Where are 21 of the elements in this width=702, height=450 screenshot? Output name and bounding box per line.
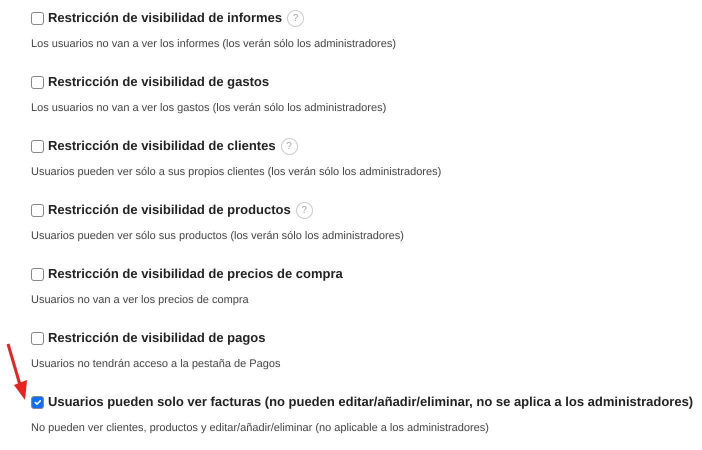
setting-description: Usuarios no tendrán acceso a la pestaña de Pagos (31, 358, 280, 371)
checkbox[interactable] (31, 12, 44, 24)
checkbox[interactable] (31, 332, 44, 344)
setting-description: No pueden ver clientes, productos y editar/añadir/eliminar (no aplicable a los administradores) (31, 422, 489, 435)
setting-description: Los usuarios no van a ver los gastos (los verán sólo los administradores) (31, 102, 386, 115)
setting-description: Usuarios no van a ver los precios de compra (31, 294, 249, 307)
checkbox[interactable] (31, 140, 44, 152)
setting-label[interactable]: Restricción de visibilidad de informes (48, 9, 282, 27)
checkbox[interactable] (31, 396, 44, 408)
setting-label[interactable]: Restricción de visibilidad de productos (48, 201, 291, 219)
setting-label[interactable]: Usuarios pueden solo ver facturas (no pueden editar/añadir/eliminar, no se aplica a los administradores) (48, 393, 694, 411)
setting-label[interactable]: Restricción de visibilidad de clientes (48, 137, 276, 155)
checkbox[interactable] (31, 76, 44, 88)
setting-description: Usuarios pueden ver sólo sus productos (los verán sólo los administradores) (31, 230, 404, 243)
setting-label[interactable]: Restricción de visibilidad de pagos (48, 329, 266, 347)
setting-label[interactable]: Restricción de visibilidad de precios de compra (48, 265, 343, 283)
setting-label[interactable]: Restricción de visibilidad de gastos (48, 73, 270, 91)
checkbox[interactable] (31, 204, 44, 216)
checkbox[interactable] (31, 268, 44, 280)
setting-description: Usuarios pueden ver sólo a sus propios clientes (los verán sólo los administradores) (31, 166, 442, 179)
setting-description: Los usuarios no van a ver los informes (los verán sólo los administradores) (31, 38, 396, 51)
